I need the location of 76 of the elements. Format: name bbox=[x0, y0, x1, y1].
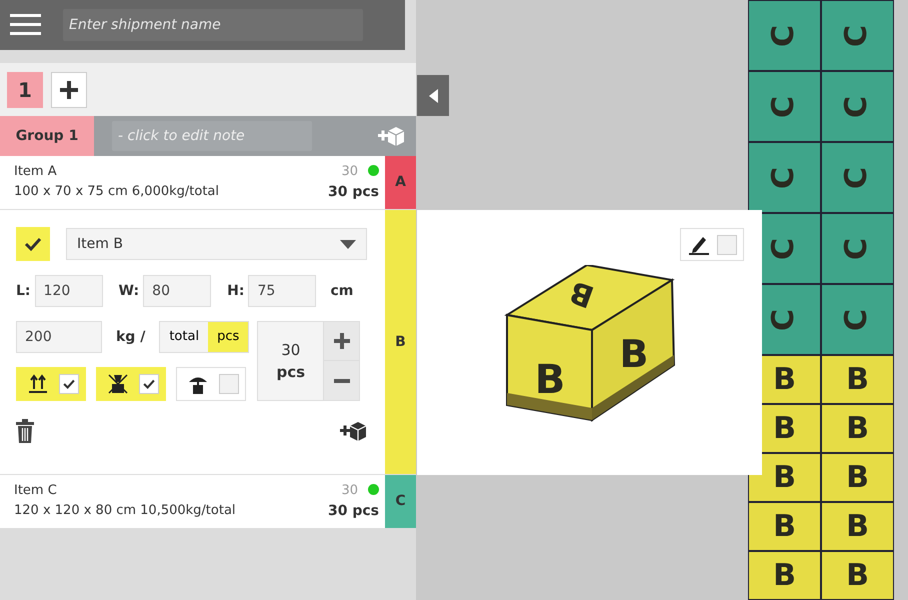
box-letter: B bbox=[773, 512, 796, 542]
box-letter: C bbox=[842, 95, 872, 118]
unit-label: cm bbox=[330, 282, 354, 300]
weight-mode-option[interactable]: total bbox=[160, 322, 208, 352]
stacking-option[interactable] bbox=[96, 367, 166, 401]
group-name[interactable]: Group 1 bbox=[0, 116, 94, 156]
dimension-field[interactable]: 75 bbox=[248, 275, 316, 307]
box-letter: B bbox=[846, 560, 869, 590]
stacking-option[interactable] bbox=[176, 367, 246, 401]
shipment-name-field[interactable]: Enter shipment name bbox=[63, 9, 363, 41]
box-letter: C bbox=[770, 237, 800, 260]
box-letter: C bbox=[842, 166, 872, 189]
quantity-value: 30 bbox=[281, 340, 300, 361]
dimension-label: H: bbox=[227, 282, 244, 300]
item-name: Item C bbox=[14, 482, 58, 500]
item-tag[interactable]: B bbox=[385, 210, 416, 474]
check-icon bbox=[142, 377, 156, 391]
checkbox[interactable] bbox=[139, 374, 159, 394]
weight-field[interactable]: 200 bbox=[16, 321, 102, 353]
item-name: Item A bbox=[14, 163, 58, 181]
box-letter: C bbox=[842, 308, 872, 331]
item-dropdown[interactable]: Item B bbox=[66, 228, 367, 260]
box-letter: C bbox=[770, 24, 800, 47]
box-letter: B bbox=[773, 560, 796, 590]
box-letter: B bbox=[846, 512, 869, 542]
box-letter: B bbox=[846, 462, 869, 492]
box-letter: B bbox=[846, 364, 869, 394]
item-count: 30 pcs bbox=[328, 503, 379, 519]
pencil-icon bbox=[689, 234, 709, 254]
this-side-up-icon bbox=[27, 373, 49, 395]
item-details: 120 x 120 x 80 cm 10,500kg/total bbox=[14, 502, 236, 520]
edit-checkbox[interactable] bbox=[717, 234, 737, 254]
group-tab[interactable]: 1 bbox=[7, 72, 43, 108]
decrease-button[interactable] bbox=[323, 361, 360, 400]
box-letter: C bbox=[770, 308, 800, 331]
trash-icon[interactable] bbox=[16, 419, 34, 443]
dimension-label: L: bbox=[16, 282, 31, 300]
box-letter: C bbox=[770, 166, 800, 189]
item-checkbox[interactable] bbox=[16, 227, 50, 261]
check-icon bbox=[62, 377, 76, 391]
item-details: 100 x 70 x 75 cm 6,000kg/total bbox=[14, 182, 219, 200]
checkbox[interactable] bbox=[59, 374, 79, 394]
box-letter: B bbox=[773, 364, 796, 394]
minus-icon bbox=[334, 378, 350, 382]
add-box-icon[interactable] bbox=[340, 419, 367, 443]
item-tag[interactable]: C bbox=[385, 475, 416, 528]
note-field[interactable]: - click to edit note bbox=[112, 121, 312, 151]
dimension-field[interactable]: 120 bbox=[34, 275, 103, 307]
checkbox[interactable] bbox=[219, 374, 239, 394]
box-letter: C bbox=[770, 95, 800, 118]
dimension-label: W: bbox=[118, 282, 140, 300]
plus-icon bbox=[334, 333, 350, 349]
weight-mode-option[interactable]: pcs bbox=[208, 322, 248, 352]
plus-icon bbox=[60, 80, 78, 98]
loaded-count: 30 bbox=[341, 164, 358, 179]
box-letter: B bbox=[773, 414, 796, 444]
weight-unit-label: kg / bbox=[116, 328, 146, 346]
stacking-option[interactable] bbox=[16, 367, 86, 401]
box-drawing: B B B bbox=[502, 265, 682, 425]
caret-left-icon bbox=[428, 88, 438, 102]
box-letter: C bbox=[842, 237, 872, 260]
box-letter: B bbox=[773, 462, 796, 492]
item-count: 30 pcs bbox=[328, 184, 379, 200]
quantity-unit: pcs bbox=[276, 362, 306, 383]
box-letter: C bbox=[842, 24, 872, 47]
dropdown-value: Item B bbox=[77, 234, 123, 254]
collapse-button[interactable] bbox=[417, 75, 449, 116]
edit-toggle[interactable] bbox=[680, 228, 744, 261]
box-letter: B bbox=[846, 414, 869, 444]
loaded-count: 30 bbox=[341, 483, 358, 498]
caret-down-icon bbox=[340, 240, 356, 248]
dimension-field[interactable]: 80 bbox=[143, 275, 212, 307]
add-group-button[interactable] bbox=[51, 72, 87, 108]
menu-button[interactable] bbox=[10, 14, 41, 36]
no-stack-icon bbox=[107, 373, 129, 395]
increase-button[interactable] bbox=[323, 322, 360, 362]
